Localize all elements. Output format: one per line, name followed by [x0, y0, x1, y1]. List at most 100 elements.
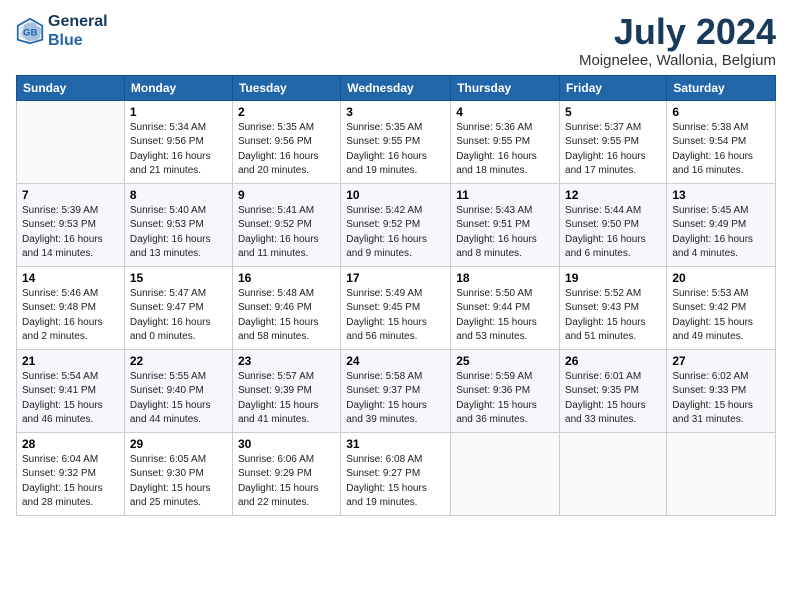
logo-line2: Blue	[48, 31, 108, 50]
calendar-cell: 21 Sunrise: 5:54 AM Sunset: 9:41 PM Dayli…	[17, 349, 125, 432]
day-info: Sunrise: 5:42 AM Sunset: 9:52 PM Dayligh…	[346, 204, 445, 262]
calendar-body: 1Sunrise: 5:34 AM Sunset: 9:56 PM Daylig…	[17, 100, 776, 515]
svg-text:GB: GB	[23, 28, 37, 39]
day-number: 6	[672, 105, 770, 119]
day-number: 27	[672, 354, 770, 368]
day-info: Sunrise: 5:35 AM Sunset: 9:56 PM Dayligh…	[238, 121, 335, 179]
day-info: Sunrise: 5:39 AM Sunset: 9:53 PM Dayligh…	[22, 204, 119, 262]
calendar-cell: 9 Sunrise: 5:41 AM Sunset: 9:52 PM Daylig…	[232, 183, 340, 266]
calendar-cell: 6 Sunrise: 5:38 AM Sunset: 9:54 PM Daylig…	[667, 100, 776, 183]
day-number: 28	[22, 437, 119, 451]
logo-icon: GB	[16, 17, 44, 45]
day-info: Sunrise: 5:35 AM Sunset: 9:55 PM Dayligh…	[346, 121, 445, 179]
calendar-cell: 7Sunrise: 5:39 AM Sunset: 9:53 PM Daylig…	[17, 183, 125, 266]
day-number: 13	[672, 188, 770, 202]
day-number: 14	[22, 271, 119, 285]
calendar-cell: 4 Sunrise: 5:36 AM Sunset: 9:55 PM Daylig…	[451, 100, 560, 183]
day-number: 4	[456, 105, 554, 119]
calendar-cell: 5Sunrise: 5:37 AM Sunset: 9:55 PM Daylig…	[560, 100, 667, 183]
day-info: Sunrise: 6:01 AM Sunset: 9:35 PM Dayligh…	[565, 370, 661, 428]
calendar-cell: 28 Sunrise: 6:04 AM Sunset: 9:32 PM Dayli…	[17, 432, 125, 515]
calendar-cell	[667, 432, 776, 515]
day-info: Sunrise: 6:04 AM Sunset: 9:32 PM Dayligh…	[22, 453, 119, 511]
calendar-cell	[451, 432, 560, 515]
day-number: 11	[456, 188, 554, 202]
day-number: 1	[130, 105, 227, 119]
calendar-cell: 17Sunrise: 5:49 AM Sunset: 9:45 PM Dayli…	[341, 266, 451, 349]
calendar-cell: 14 Sunrise: 5:46 AM Sunset: 9:48 PM Dayli…	[17, 266, 125, 349]
day-info: Sunrise: 5:38 AM Sunset: 9:54 PM Dayligh…	[672, 121, 770, 179]
day-info: Sunrise: 5:59 AM Sunset: 9:36 PM Dayligh…	[456, 370, 554, 428]
calendar-cell: 8Sunrise: 5:40 AM Sunset: 9:53 PM Daylig…	[124, 183, 232, 266]
calendar-cell: 29Sunrise: 6:05 AM Sunset: 9:30 PM Dayli…	[124, 432, 232, 515]
day-number: 16	[238, 271, 335, 285]
day-number: 15	[130, 271, 227, 285]
day-number: 22	[130, 354, 227, 368]
day-info: Sunrise: 6:02 AM Sunset: 9:33 PM Dayligh…	[672, 370, 770, 428]
header: GB General Blue July 2024 Moignelee, Wal…	[16, 12, 776, 69]
logo-line1: General	[48, 12, 108, 31]
day-info: Sunrise: 5:45 AM Sunset: 9:49 PM Dayligh…	[672, 204, 770, 262]
calendar-cell: 10 Sunrise: 5:42 AM Sunset: 9:52 PM Dayli…	[341, 183, 451, 266]
calendar-cell: 11Sunrise: 5:43 AM Sunset: 9:51 PM Dayli…	[451, 183, 560, 266]
calendar-cell: 26 Sunrise: 6:01 AM Sunset: 9:35 PM Dayli…	[560, 349, 667, 432]
day-number: 20	[672, 271, 770, 285]
day-info: Sunrise: 5:44 AM Sunset: 9:50 PM Dayligh…	[565, 204, 661, 262]
day-info: Sunrise: 5:36 AM Sunset: 9:55 PM Dayligh…	[456, 121, 554, 179]
col-tuesday: Tuesday	[232, 75, 340, 100]
calendar-cell	[560, 432, 667, 515]
title-block: July 2024 Moignelee, Wallonia, Belgium	[579, 12, 776, 69]
day-info: Sunrise: 5:52 AM Sunset: 9:43 PM Dayligh…	[565, 287, 661, 345]
day-number: 2	[238, 105, 335, 119]
col-thursday: Thursday	[451, 75, 560, 100]
col-wednesday: Wednesday	[341, 75, 451, 100]
calendar-cell: 18 Sunrise: 5:50 AM Sunset: 9:44 PM Dayli…	[451, 266, 560, 349]
calendar-week-4: 21 Sunrise: 5:54 AM Sunset: 9:41 PM Dayli…	[17, 349, 776, 432]
calendar-header: Sunday Monday Tuesday Wednesday Thursday…	[17, 75, 776, 100]
calendar-cell: 19 Sunrise: 5:52 AM Sunset: 9:43 PM Dayli…	[560, 266, 667, 349]
day-number: 26	[565, 354, 661, 368]
day-number: 23	[238, 354, 335, 368]
col-friday: Friday	[560, 75, 667, 100]
day-info: Sunrise: 5:50 AM Sunset: 9:44 PM Dayligh…	[456, 287, 554, 345]
day-number: 19	[565, 271, 661, 285]
calendar-table: Sunday Monday Tuesday Wednesday Thursday…	[16, 75, 776, 516]
calendar-cell: 22 Sunrise: 5:55 AM Sunset: 9:40 PM Dayli…	[124, 349, 232, 432]
day-number: 9	[238, 188, 335, 202]
day-info: Sunrise: 5:58 AM Sunset: 9:37 PM Dayligh…	[346, 370, 445, 428]
day-info: Sunrise: 5:54 AM Sunset: 9:41 PM Dayligh…	[22, 370, 119, 428]
day-number: 3	[346, 105, 445, 119]
day-info: Sunrise: 5:49 AM Sunset: 9:45 PM Dayligh…	[346, 287, 445, 345]
day-number: 21	[22, 354, 119, 368]
day-info: Sunrise: 5:46 AM Sunset: 9:48 PM Dayligh…	[22, 287, 119, 345]
calendar-cell: 24 Sunrise: 5:58 AM Sunset: 9:37 PM Dayli…	[341, 349, 451, 432]
day-info: Sunrise: 5:41 AM Sunset: 9:52 PM Dayligh…	[238, 204, 335, 262]
calendar-cell: 1Sunrise: 5:34 AM Sunset: 9:56 PM Daylig…	[124, 100, 232, 183]
calendar-cell: 25Sunrise: 5:59 AM Sunset: 9:36 PM Dayli…	[451, 349, 560, 432]
day-info: Sunrise: 6:05 AM Sunset: 9:30 PM Dayligh…	[130, 453, 227, 511]
calendar-cell: 23Sunrise: 5:57 AM Sunset: 9:39 PM Dayli…	[232, 349, 340, 432]
day-info: Sunrise: 5:37 AM Sunset: 9:55 PM Dayligh…	[565, 121, 661, 179]
day-info: Sunrise: 5:40 AM Sunset: 9:53 PM Dayligh…	[130, 204, 227, 262]
calendar-cell: 16Sunrise: 5:48 AM Sunset: 9:46 PM Dayli…	[232, 266, 340, 349]
calendar-cell: 15Sunrise: 5:47 AM Sunset: 9:47 PM Dayli…	[124, 266, 232, 349]
col-monday: Monday	[124, 75, 232, 100]
day-number: 10	[346, 188, 445, 202]
logo-text-block: General Blue	[48, 12, 108, 50]
calendar-week-3: 14 Sunrise: 5:46 AM Sunset: 9:48 PM Dayli…	[17, 266, 776, 349]
calendar-cell: 2 Sunrise: 5:35 AM Sunset: 9:56 PM Daylig…	[232, 100, 340, 183]
calendar-week-5: 28 Sunrise: 6:04 AM Sunset: 9:32 PM Dayli…	[17, 432, 776, 515]
day-number: 12	[565, 188, 661, 202]
calendar-cell	[17, 100, 125, 183]
day-info: Sunrise: 6:08 AM Sunset: 9:27 PM Dayligh…	[346, 453, 445, 511]
calendar-cell: 31Sunrise: 6:08 AM Sunset: 9:27 PM Dayli…	[341, 432, 451, 515]
day-info: Sunrise: 5:55 AM Sunset: 9:40 PM Dayligh…	[130, 370, 227, 428]
header-row: Sunday Monday Tuesday Wednesday Thursday…	[17, 75, 776, 100]
day-number: 18	[456, 271, 554, 285]
calendar-cell: 3 Sunrise: 5:35 AM Sunset: 9:55 PM Daylig…	[341, 100, 451, 183]
calendar-week-2: 7Sunrise: 5:39 AM Sunset: 9:53 PM Daylig…	[17, 183, 776, 266]
location: Moignelee, Wallonia, Belgium	[579, 52, 776, 69]
col-sunday: Sunday	[17, 75, 125, 100]
calendar-week-1: 1Sunrise: 5:34 AM Sunset: 9:56 PM Daylig…	[17, 100, 776, 183]
day-number: 24	[346, 354, 445, 368]
